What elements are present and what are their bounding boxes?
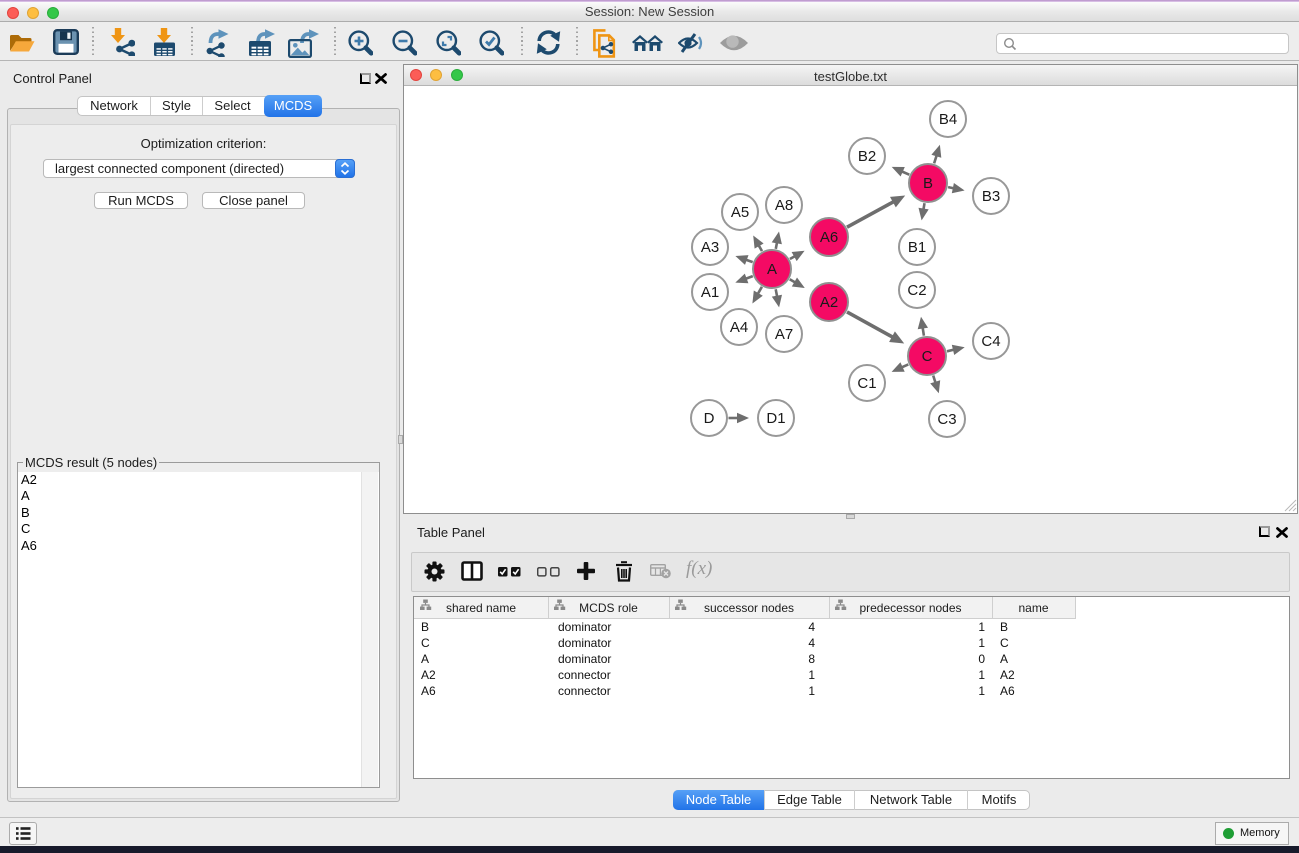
svg-text:B3: B3: [982, 188, 1000, 205]
svg-text:A: A: [767, 261, 777, 278]
svg-text:A6: A6: [820, 229, 838, 246]
svg-text:C4: C4: [981, 333, 1000, 350]
svg-text:A1: A1: [701, 284, 719, 301]
svg-text:C1: C1: [857, 375, 876, 392]
svg-text:D1: D1: [766, 410, 785, 427]
svg-text:B1: B1: [908, 239, 926, 256]
svg-text:C2: C2: [907, 282, 926, 299]
svg-text:C3: C3: [937, 411, 956, 428]
svg-text:C: C: [922, 348, 933, 365]
svg-text:A3: A3: [701, 239, 719, 256]
svg-text:B: B: [923, 175, 933, 192]
svg-text:A7: A7: [775, 326, 793, 343]
svg-text:A2: A2: [820, 294, 838, 311]
svg-text:B2: B2: [858, 148, 876, 165]
svg-text:B4: B4: [939, 111, 957, 128]
svg-text:A5: A5: [731, 204, 749, 221]
svg-text:A4: A4: [730, 319, 748, 336]
svg-text:D: D: [704, 410, 715, 427]
svg-text:A8: A8: [775, 197, 793, 214]
